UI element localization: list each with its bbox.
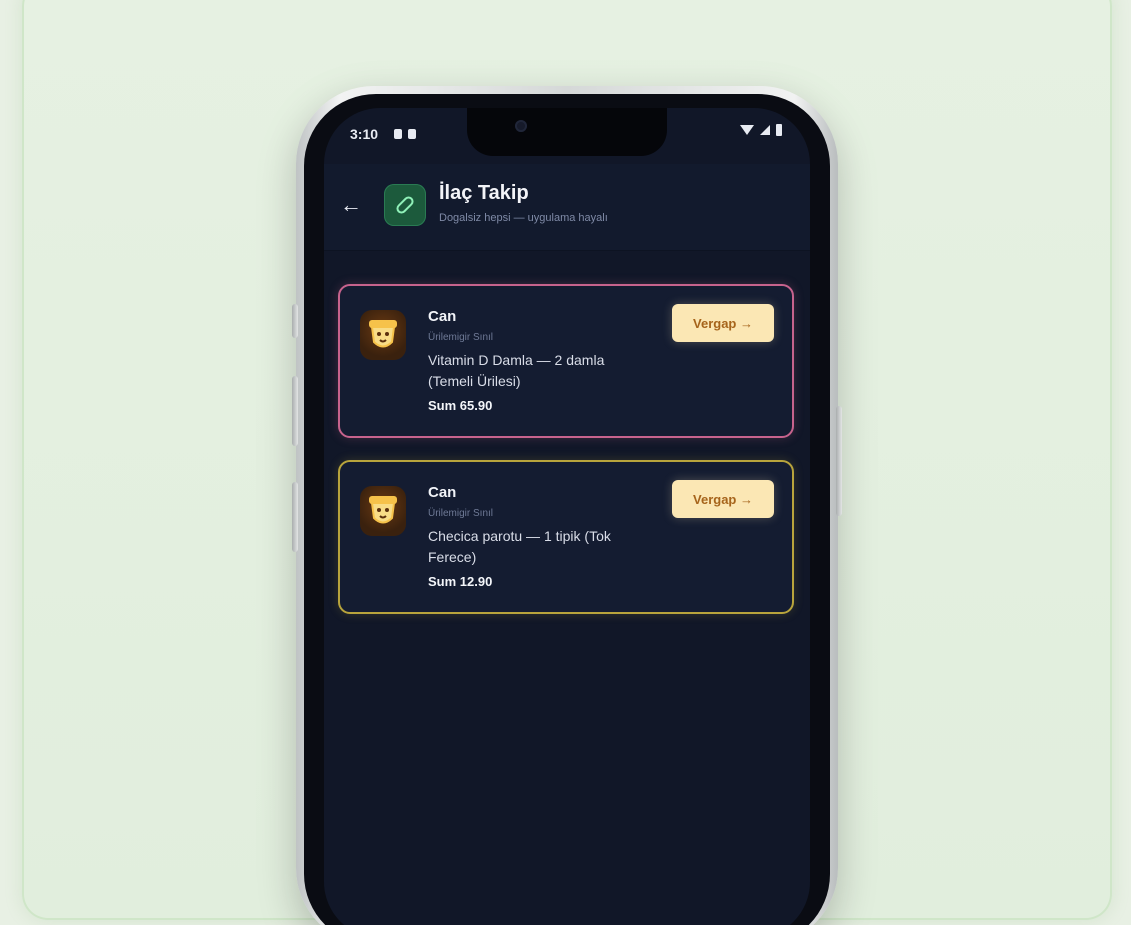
card-detail: Vitamin D Damla — 2 damla (Temeli Üriles… — [428, 352, 605, 389]
arrow-left-icon[interactable]: ← — [338, 192, 364, 218]
mute-switch — [292, 304, 298, 338]
card-price: Sum 12.90 — [428, 574, 493, 589]
card-price: Sum 65.90 — [428, 398, 493, 413]
status-right-icons — [740, 124, 782, 136]
power-button — [836, 406, 842, 516]
card-subtitle: Ürilemigir Sınıl — [428, 508, 494, 519]
app-subtitle: Dogalsiz hepsi — uygulama hayalı — [439, 212, 608, 224]
camera-icon — [515, 120, 527, 132]
signal-icon — [760, 125, 770, 135]
card-subtitle: Ürilemigir Sınıl — [428, 332, 494, 343]
battery-icon — [776, 124, 782, 136]
give-dose-button[interactable]: Vergap → — [672, 480, 774, 518]
volume-down-button — [292, 482, 298, 552]
lion-icon — [360, 310, 406, 360]
wifi-icon — [740, 125, 754, 135]
medication-card[interactable]: Can Ürilemigir Sınıl Vitamin D Damla — 2… — [338, 284, 794, 438]
lion-icon — [360, 486, 406, 536]
pill-icon — [384, 184, 426, 226]
card-name: Can — [428, 308, 457, 325]
notification-icons — [394, 126, 422, 142]
notch — [467, 108, 667, 156]
medication-card[interactable]: Can Ürilemigir Sınıl Checica parotu — 1 … — [338, 460, 794, 614]
app-screen: 3:10 ← İlaç Takip Dogalsiz hepsi — uygul… — [324, 108, 810, 925]
card-name: Can — [428, 484, 457, 501]
app-bar: ← İlaç Takip Dogalsiz hepsi — uygulama h… — [324, 164, 810, 251]
phone-frame: 3:10 ← İlaç Takip Dogalsiz hepsi — uygul… — [292, 86, 842, 925]
app-title: İlaç Takip — [439, 182, 529, 204]
status-time: 3:10 — [350, 126, 379, 142]
volume-up-button — [292, 376, 298, 446]
sim-icon — [408, 129, 416, 139]
card-detail: Checica parotu — 1 tipik (Tok Ferece) — [428, 528, 611, 565]
notification-icon — [394, 129, 402, 139]
give-dose-button[interactable]: Vergap → — [672, 304, 774, 342]
